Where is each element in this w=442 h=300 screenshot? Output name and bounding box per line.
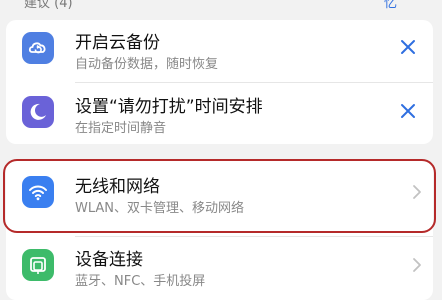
- dismiss-suggestion-button[interactable]: [398, 101, 418, 121]
- settings-item-subtitle: 蓝牙、NFC、手机投屏: [75, 274, 206, 289]
- suggestions-header: 建议 (4) 忆: [0, 0, 442, 11]
- moon-icon: [22, 96, 54, 128]
- settings-item-device-connection[interactable]: 设备连接 蓝牙、NFC、手机投屏: [6, 237, 433, 295]
- suggestion-item-cloud-backup[interactable]: 开启云备份 自动备份数据，随时恢复: [6, 20, 433, 78]
- suggestion-title: 开启云备份: [75, 33, 160, 53]
- suggestion-item-do-not-disturb[interactable]: 设置“请勿打扰”时间安排 在指定时间静音: [6, 84, 433, 142]
- suggestions-card: 开启云备份 自动备份数据，随时恢复 设置“请勿打扰”时间安排 在指定时间静音: [6, 20, 433, 144]
- suggestion-title: 设置“请勿打扰”时间安排: [75, 97, 263, 117]
- divider: [75, 82, 433, 83]
- suggestion-subtitle: 在指定时间静音: [75, 121, 167, 136]
- close-icon: [401, 40, 415, 54]
- cloud-backup-icon: [22, 32, 54, 64]
- chevron-right-icon: [409, 256, 425, 274]
- settings-item-title: 设备连接: [75, 250, 143, 270]
- highlight-outline: [3, 159, 436, 233]
- suggestions-header-title: 建议 (4): [24, 0, 73, 11]
- dismiss-suggestion-button[interactable]: [398, 37, 418, 57]
- close-icon: [401, 104, 415, 118]
- suggestion-subtitle: 自动备份数据，随时恢复: [75, 57, 219, 72]
- device-connection-icon: [22, 249, 54, 281]
- suggestions-header-action[interactable]: 忆: [384, 0, 397, 11]
